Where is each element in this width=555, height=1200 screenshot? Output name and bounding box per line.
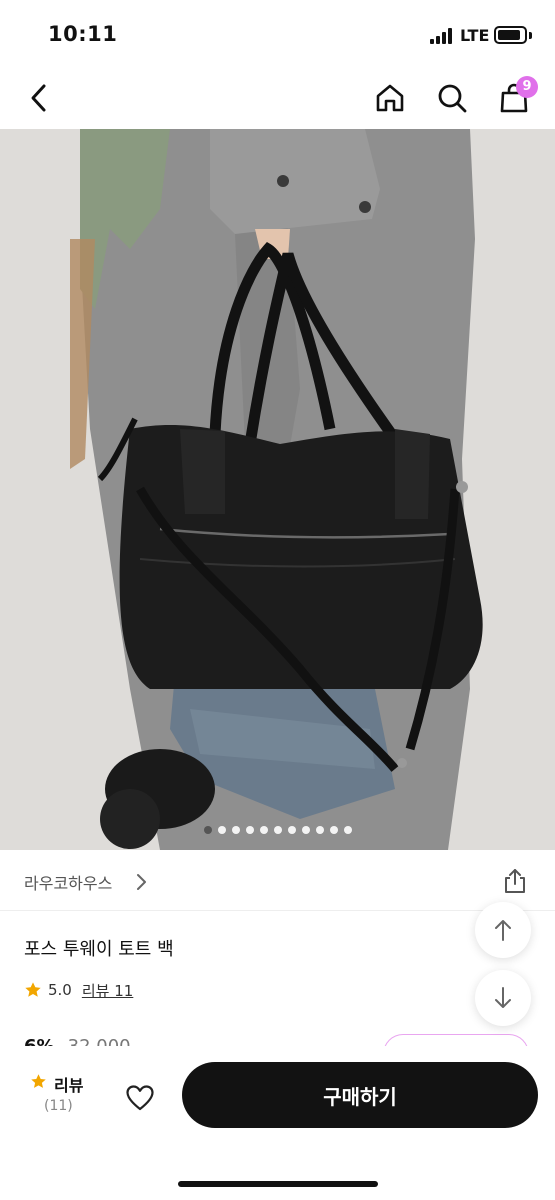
- carousel-dot[interactable]: [203, 826, 212, 834]
- product-title: 포스 투웨이 토트 백: [24, 939, 174, 960]
- carousel-dot[interactable]: [231, 826, 240, 834]
- buy-button[interactable]: 구매하기: [182, 1062, 538, 1128]
- carousel-dot[interactable]: [315, 826, 324, 834]
- carousel-dot[interactable]: [329, 826, 338, 834]
- carousel-dot[interactable]: [343, 826, 352, 834]
- chevron-left-icon: [31, 84, 46, 112]
- shop-name[interactable]: 라우코하우스: [24, 870, 112, 894]
- carousel-dot[interactable]: [301, 826, 310, 834]
- review-count: (11): [44, 1098, 73, 1114]
- back-button[interactable]: [19, 78, 59, 118]
- carousel-dot[interactable]: [217, 826, 226, 834]
- network-label: LTE: [460, 26, 490, 45]
- shop-row[interactable]: 라우코하우스: [0, 851, 555, 911]
- status-time: 10:11: [48, 22, 118, 46]
- home-icon: [376, 84, 404, 112]
- rating-row: 5.0 리뷰 11: [24, 979, 133, 1001]
- heart-icon: [126, 1085, 154, 1111]
- review-summary[interactable]: 리뷰 (11): [30, 1072, 90, 1120]
- carousel-dot[interactable]: [287, 826, 296, 834]
- search-icon: [438, 84, 467, 113]
- scroll-down-button[interactable]: [475, 970, 531, 1026]
- rating-score: 5.0: [48, 981, 72, 999]
- product-photo: [0, 129, 555, 850]
- bottom-bar: 리뷰 (11) 구매하기: [0, 1046, 555, 1200]
- product-image[interactable]: [0, 129, 555, 850]
- chevron-right-icon: [137, 874, 146, 890]
- signal-icon: [430, 28, 455, 44]
- app-header: [0, 64, 555, 130]
- review-label: 리뷰: [54, 1076, 84, 1095]
- review-link[interactable]: 리뷰 11: [82, 980, 133, 1001]
- battery-icon: [494, 26, 527, 44]
- home-indicator: [178, 1181, 378, 1187]
- share-icon[interactable]: [501, 867, 529, 895]
- wishlist-button[interactable]: [120, 1078, 160, 1118]
- arrow-up-icon: [495, 920, 511, 941]
- search-button[interactable]: [432, 78, 472, 118]
- home-button[interactable]: [370, 78, 410, 118]
- carousel-dot[interactable]: [245, 826, 254, 834]
- carousel-dots[interactable]: [0, 826, 555, 838]
- scroll-up-button[interactable]: [475, 902, 531, 958]
- carousel-dot[interactable]: [273, 826, 282, 834]
- cart-count-badge: 9: [516, 76, 538, 98]
- carousel-dot[interactable]: [259, 826, 268, 834]
- arrow-down-icon: [495, 987, 511, 1008]
- star-icon: [25, 982, 41, 997]
- status-bar: 10:11 LTE: [0, 0, 555, 64]
- star-icon: [31, 1074, 46, 1088]
